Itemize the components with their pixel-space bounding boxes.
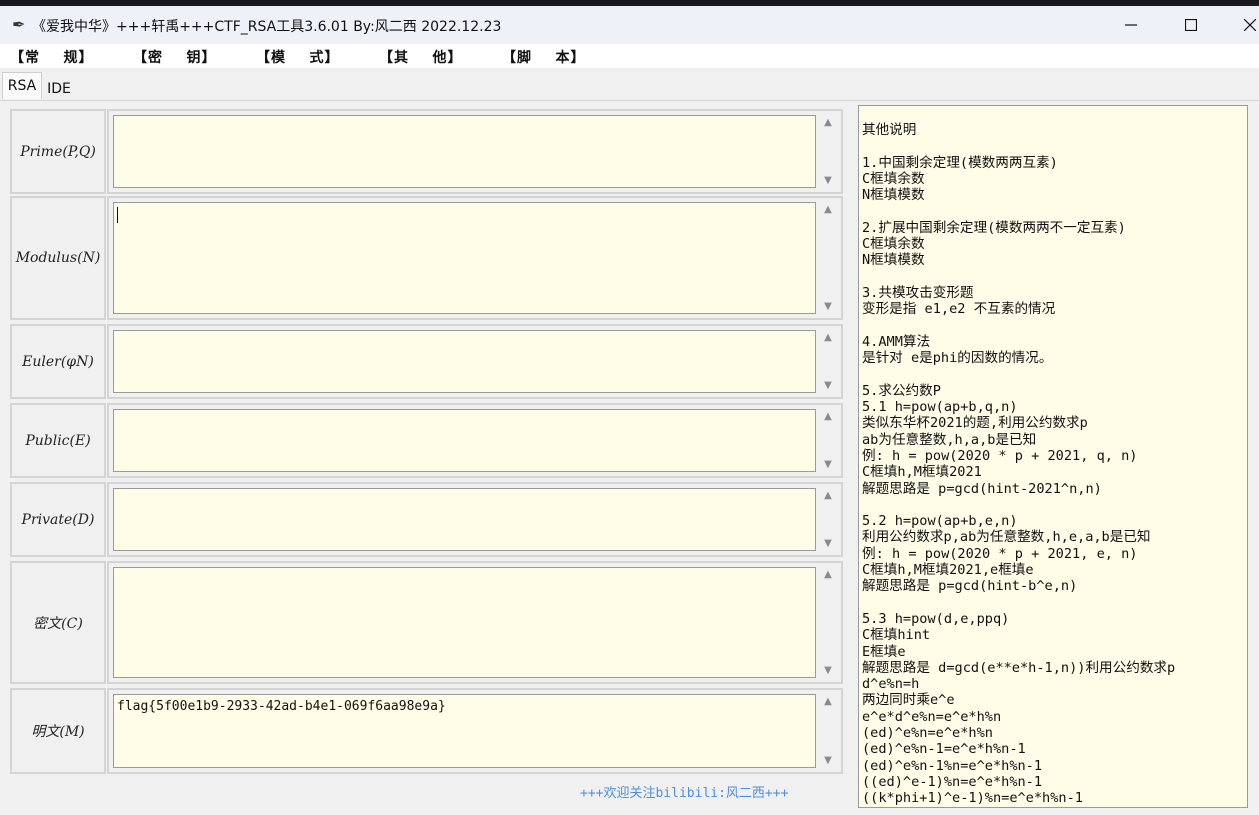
- menu-modes[interactable]: 【模 式】: [256, 47, 340, 67]
- menu-keys[interactable]: 【密 钥】: [133, 47, 217, 67]
- tab-bar: RSA IDE: [0, 68, 1259, 100]
- tab-ide[interactable]: IDE: [42, 76, 76, 102]
- tab-rsa[interactable]: RSA: [2, 72, 42, 99]
- prime-input[interactable]: [113, 115, 816, 188]
- ciphertext-scrollbar[interactable]: ▲ ▼: [818, 567, 838, 678]
- modulus-scrollbar[interactable]: ▲ ▼: [818, 202, 838, 314]
- title-bar: ✒ 《爱我中华》+++轩禹+++CTF_RSA工具3.6.01 By:风二西 2…: [0, 0, 1259, 44]
- modulus-row: Modulus(N) ▲ ▼: [10, 196, 843, 320]
- menu-general[interactable]: 【常 规】: [10, 47, 94, 67]
- minimize-icon[interactable]: [1101, 6, 1161, 44]
- plaintext-input[interactable]: flag{5f00e1b9-2933-42ad-b4e1-069f6aa98e9…: [113, 694, 816, 768]
- tab-divider: [0, 100, 1259, 101]
- euler-label: Euler(φN): [10, 324, 106, 399]
- prime-scrollbar[interactable]: ▲ ▼: [818, 115, 838, 188]
- private-input[interactable]: [113, 488, 816, 551]
- modulus-input[interactable]: [113, 202, 816, 314]
- public-input[interactable]: [113, 409, 816, 472]
- maximize-icon[interactable]: [1161, 6, 1221, 44]
- ciphertext-label: 密文(C): [10, 561, 106, 684]
- private-scrollbar[interactable]: ▲ ▼: [818, 488, 838, 551]
- notes-text: 其他说明 1.中国剩余定理(模数两两互素) C框填余数 N框填模数 2.扩展中国…: [862, 122, 1176, 807]
- plaintext-row: 明文(M) flag{5f00e1b9-2933-42ad-b4e1-069f6…: [10, 688, 843, 774]
- public-scrollbar[interactable]: ▲ ▼: [818, 409, 838, 472]
- ciphertext-row: 密文(C) ▲ ▼: [10, 561, 843, 684]
- prime-row: Prime(P,Q) ▲ ▼: [10, 109, 843, 194]
- plaintext-label: 明文(M): [10, 688, 106, 774]
- notes-scrollbar[interactable]: [1248, 105, 1259, 808]
- window-title: 《爱我中华》+++轩禹+++CTF_RSA工具3.6.01 By:风二西 202…: [32, 19, 502, 35]
- prime-label: Prime(P,Q): [10, 109, 106, 194]
- euler-input[interactable]: [113, 330, 816, 393]
- public-row: Public(E) ▲ ▼: [10, 403, 843, 478]
- menu-bar: 【常 规】 【密 钥】 【模 式】 【其 他】 【脚 本】: [0, 44, 1259, 68]
- public-label: Public(E): [10, 403, 106, 478]
- private-label: Private(D): [10, 482, 106, 557]
- close-icon[interactable]: [1220, 6, 1259, 44]
- euler-scrollbar[interactable]: ▲ ▼: [818, 330, 838, 393]
- footer-credit: +++欢迎关注bilibili:风二西+++: [580, 786, 789, 801]
- euler-row: Euler(φN) ▲ ▼: [10, 324, 843, 399]
- menu-other[interactable]: 【其 他】: [379, 47, 463, 67]
- text-caret: [117, 207, 118, 223]
- menu-scripts[interactable]: 【脚 本】: [502, 47, 586, 67]
- ciphertext-input[interactable]: [113, 567, 816, 678]
- plaintext-scrollbar[interactable]: ▲ ▼: [818, 694, 838, 768]
- modulus-label: Modulus(N): [10, 196, 106, 320]
- feather-icon: ✒: [12, 15, 26, 34]
- private-row: Private(D) ▲ ▼: [10, 482, 843, 557]
- notes-panel[interactable]: 其他说明 1.中国剩余定理(模数两两互素) C框填余数 N框填模数 2.扩展中国…: [858, 105, 1248, 808]
